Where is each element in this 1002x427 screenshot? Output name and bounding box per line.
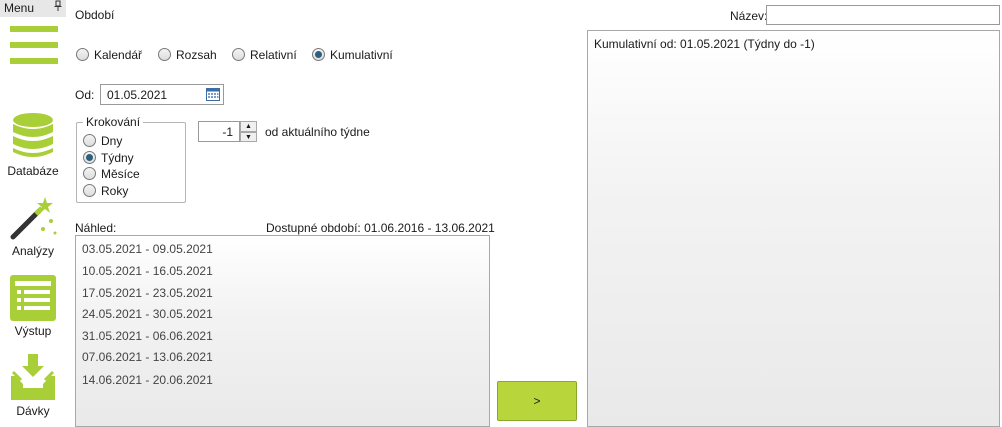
list-item[interactable]: 10.05.2021 - 16.05.2021 [82, 264, 213, 278]
spin-up-icon[interactable]: ▲ [240, 121, 257, 132]
from-label: Od: [75, 88, 95, 102]
list-item[interactable]: 07.06.2021 - 13.06.2021 [82, 350, 213, 364]
radio-selected-icon [83, 151, 96, 165]
from-date-field[interactable]: 01.05.2021 [100, 84, 224, 105]
list-item[interactable]: Kumulativní od: 01.05.2021 (Týdny do -1) [594, 37, 815, 51]
available-period-label: Dostupné období: 01.06.2016 - 13.06.2021 [266, 221, 495, 235]
radio-icon [232, 48, 245, 62]
stepping-tydny-radio[interactable]: Týdny [83, 150, 134, 165]
preview-list[interactable]: 03.05.2021 - 09.05.2021 10.05.2021 - 16.… [75, 235, 490, 427]
result-list[interactable]: Kumulativní od: 01.05.2021 (Týdny do -1) [587, 30, 1000, 427]
name-input[interactable] [766, 5, 1000, 25]
report-icon [9, 274, 57, 322]
mode-kumulativni-radio[interactable]: Kumulativní [312, 47, 393, 62]
sidebar-item-label: Dávky [16, 404, 50, 418]
radio-icon [83, 167, 96, 181]
pin-icon[interactable] [53, 0, 63, 17]
preview-label: Náhled: [75, 221, 117, 235]
mode-rozsah-radio[interactable]: Rozsah [158, 47, 217, 62]
list-item[interactable]: 17.05.2021 - 23.05.2021 [82, 286, 213, 300]
stepping-mesice-radio[interactable]: Měsíce [83, 166, 140, 181]
list-item[interactable]: 03.05.2021 - 09.05.2021 [82, 242, 213, 256]
radio-icon [158, 48, 171, 62]
radio-icon [83, 184, 96, 198]
add-period-button[interactable]: > [497, 381, 577, 421]
batch-import-icon [9, 354, 57, 402]
list-item[interactable]: 24.05.2021 - 30.05.2021 [82, 307, 213, 321]
list-item[interactable]: 31.05.2021 - 06.06.2021 [82, 329, 213, 343]
radio-icon [76, 48, 89, 62]
mode-relativni-radio[interactable]: Relativní [232, 47, 297, 62]
sidebar-item-vystup[interactable]: Výstup [0, 274, 66, 346]
sidebar-item-analyzy[interactable]: Analýzy [0, 193, 66, 265]
offset-input[interactable]: -1 [198, 121, 240, 142]
name-label: Název: [730, 9, 768, 23]
sidebar-item-label: Výstup [14, 324, 52, 338]
stepping-dny-radio[interactable]: Dny [83, 133, 122, 148]
calendar-icon[interactable] [206, 87, 220, 104]
list-item[interactable]: 14.06.2021 - 20.06.2021 [82, 373, 213, 387]
sidebar-item-databaze[interactable]: Databáze [0, 112, 66, 184]
mode-kalendar-radio[interactable]: Kalendář [76, 47, 142, 62]
stepping-roky-radio[interactable]: Roky [83, 183, 128, 198]
stepping-legend: Krokování [83, 115, 144, 129]
from-date-value: 01.05.2021 [107, 88, 168, 102]
sidebar-item-label: Databáze [7, 164, 59, 178]
offset-suffix-label: od aktuálního týdne [265, 125, 370, 139]
radio-icon [83, 134, 96, 148]
menu-label: Menu [4, 1, 35, 15]
sidebar-item-davky[interactable]: Dávky [0, 354, 66, 426]
period-title: Období [75, 8, 115, 22]
radio-selected-icon [312, 48, 325, 62]
spin-down-icon[interactable]: ▼ [240, 132, 257, 142]
magic-wand-icon [9, 193, 57, 241]
sidebar: Menu Databáze Analýzy Výstup Dávky [0, 0, 66, 427]
hamburger-menu-icon[interactable] [10, 26, 58, 70]
sidebar-item-label: Analýzy [11, 244, 55, 258]
database-icon [9, 112, 57, 160]
